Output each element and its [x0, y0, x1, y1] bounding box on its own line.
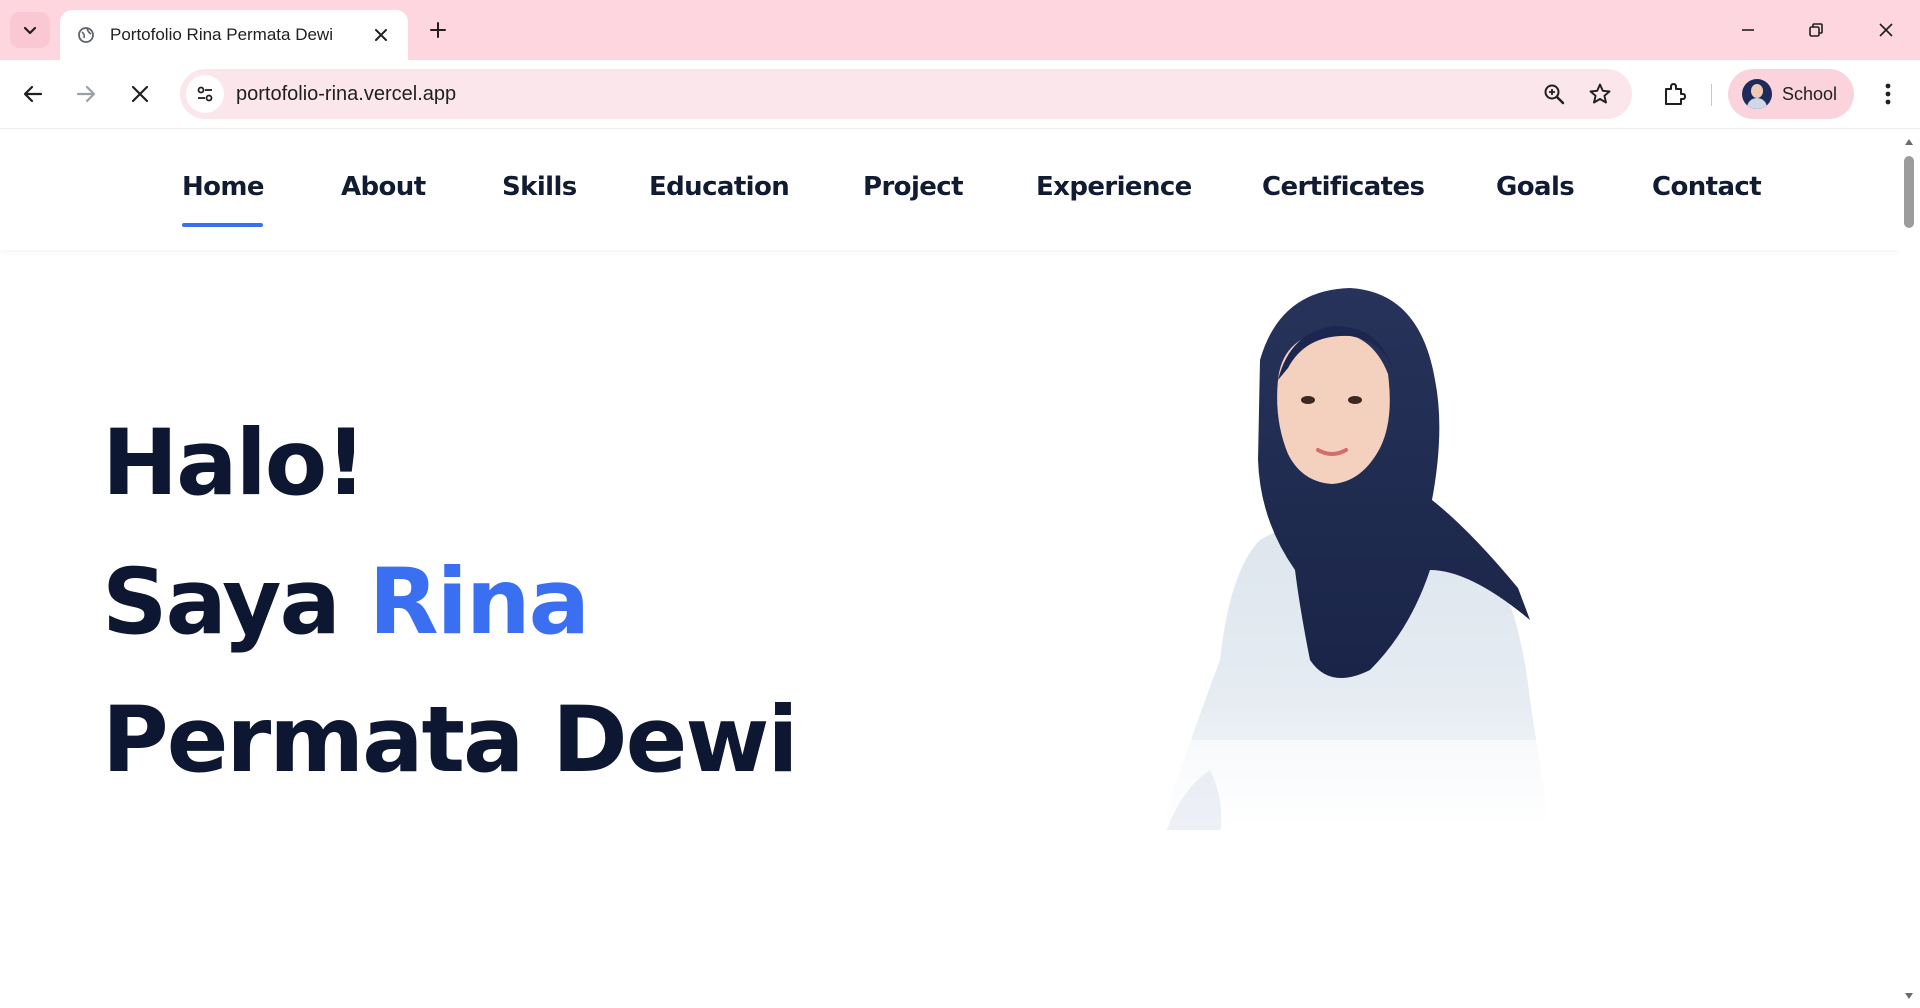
nav-about[interactable]: About: [341, 172, 426, 202]
avatar: [1742, 79, 1772, 109]
close-icon: [131, 85, 149, 103]
nav-certificates[interactable]: Certificates: [1262, 172, 1425, 202]
scroll-up-icon[interactable]: [1903, 136, 1915, 148]
nav-home[interactable]: Home: [182, 172, 265, 202]
restore-icon: [1809, 23, 1823, 37]
arrow-left-icon: [23, 85, 43, 103]
tab-list-button[interactable]: [10, 12, 50, 48]
arrow-right-icon: [76, 85, 96, 103]
tab-title: Portofolio Rina Permata Dewi: [110, 25, 333, 44]
hero-greeting: Halo!: [102, 411, 367, 516]
puzzle-icon: [1665, 83, 1686, 105]
chevron-down-icon: [23, 26, 37, 35]
tune-icon: [197, 86, 213, 102]
hero-intro: Saya: [102, 550, 341, 655]
page-scrollbar[interactable]: [1898, 130, 1920, 1008]
zoom-icon[interactable]: [1540, 80, 1568, 108]
nav-experience[interactable]: Experience: [1036, 172, 1192, 202]
site-navbar: Home About Skills Education Project Expe…: [0, 130, 1898, 250]
star-icon[interactable]: [1586, 80, 1614, 108]
browser-tab[interactable]: Portofolio Rina Permata Dewi: [60, 10, 408, 60]
address-bar[interactable]: portofolio-rina.vercel.app: [180, 69, 1632, 119]
close-window-button[interactable]: [1852, 0, 1920, 60]
globe-icon: [76, 25, 96, 45]
nav-goals[interactable]: Goals: [1496, 172, 1575, 202]
profile-button[interactable]: School: [1728, 69, 1854, 119]
new-tab-button[interactable]: [422, 14, 454, 46]
url-text[interactable]: portofolio-rina.vercel.app: [236, 83, 456, 106]
profile-label: School: [1782, 83, 1838, 104]
nav-skills[interactable]: Skills: [502, 172, 577, 202]
profile-photo: [1110, 288, 1590, 830]
back-button[interactable]: [13, 74, 53, 114]
active-nav-indicator: [182, 223, 263, 227]
extensions-button[interactable]: [1654, 74, 1694, 114]
browser-toolbar: portofolio-rina.vercel.app School: [0, 60, 1920, 129]
toolbar-divider: [1711, 84, 1712, 106]
plus-icon: [430, 22, 446, 38]
browser-menu-button[interactable]: [1870, 74, 1906, 114]
nav-education[interactable]: Education: [649, 172, 790, 202]
more-vert-icon: [1885, 83, 1891, 105]
hero-intro-line: Saya Rina: [102, 557, 590, 648]
minimize-button[interactable]: [1714, 0, 1782, 60]
nav-contact[interactable]: Contact: [1652, 172, 1762, 202]
site-info-button[interactable]: [186, 75, 224, 113]
close-icon: [1879, 23, 1893, 37]
hero-first-name: Rina: [368, 550, 590, 655]
hero-last-name: Permata Dewi: [102, 688, 799, 793]
scroll-down-icon[interactable]: [1903, 990, 1915, 1002]
forward-button[interactable]: [66, 74, 106, 114]
stop-loading-button[interactable]: [120, 74, 160, 114]
page-viewport: Home About Skills Education Project Expe…: [0, 130, 1898, 1008]
nav-project[interactable]: Project: [863, 172, 964, 202]
tab-strip: Portofolio Rina Permata Dewi: [0, 0, 1920, 60]
restore-button[interactable]: [1782, 0, 1850, 60]
minimize-icon: [1742, 29, 1754, 31]
close-icon[interactable]: [368, 22, 394, 48]
scroll-thumb[interactable]: [1904, 156, 1914, 228]
